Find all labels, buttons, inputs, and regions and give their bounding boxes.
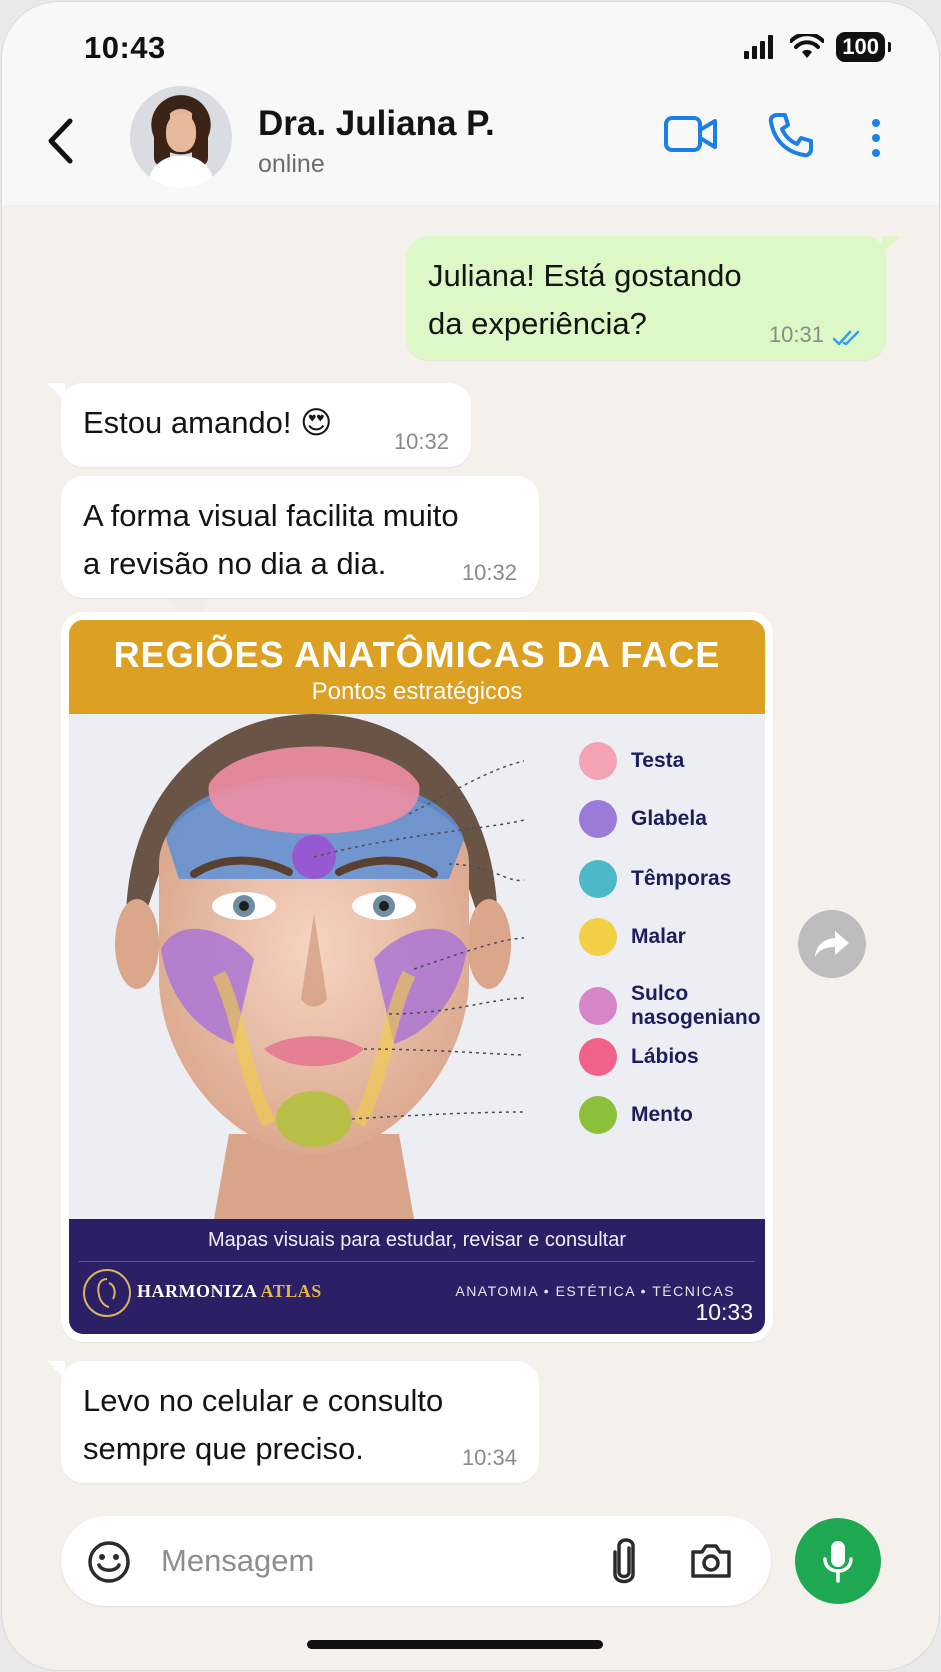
legend-label: Sulco nasogeniano xyxy=(631,982,761,1029)
message-time: 10:32 xyxy=(393,429,449,454)
microphone-icon xyxy=(823,1541,853,1583)
legend-label: Mento xyxy=(631,1103,693,1126)
message-composer xyxy=(61,1516,771,1606)
legend-dot xyxy=(579,742,617,780)
home-indicator[interactable] xyxy=(307,1640,603,1649)
legend-item: Sulco nasogeniano xyxy=(579,982,761,1030)
phone-call-icon[interactable] xyxy=(768,112,814,158)
legend-label: Têmporas xyxy=(631,867,732,890)
back-button[interactable] xyxy=(40,114,80,168)
phone-screen: 10:43 100 Dra. Juliana P. online Juliana… xyxy=(1,1,940,1671)
footer-tags: ANATOMIA • ESTÉTICA • TÉCNICAS xyxy=(455,1283,735,1299)
infographic-header: REGIÕES ANATÔMICAS DA FACE Pontos estrat… xyxy=(69,620,765,714)
message-text: sempre que preciso. xyxy=(83,1431,364,1466)
message-bubble-incoming[interactable]: A forma visual facilita muito a revisão … xyxy=(61,476,539,598)
infographic-subtitle: Pontos estratégicos xyxy=(311,678,523,705)
legend-item: Glabela xyxy=(579,800,751,838)
legend-dot xyxy=(579,800,617,838)
legend-dot xyxy=(579,987,617,1025)
legend-item: Malar xyxy=(579,918,751,956)
legend-dot xyxy=(579,1096,617,1134)
message-time: 10:31 xyxy=(768,322,824,347)
legend-item: Têmporas xyxy=(579,860,751,898)
legend-item: Testa xyxy=(579,742,751,780)
message-text: Juliana! Está gostando xyxy=(428,258,742,293)
attach-icon[interactable] xyxy=(609,1536,639,1586)
cellular-signal-icon xyxy=(744,35,774,59)
chat-header: 10:43 100 Dra. Juliana P. online xyxy=(2,2,939,205)
forward-arrow-icon xyxy=(815,931,849,957)
legend-label: Lábios xyxy=(631,1045,699,1068)
camera-icon[interactable] xyxy=(689,1542,733,1580)
footer-tagline: Mapas visuais para estudar, revisar e co… xyxy=(208,1229,626,1251)
contact-name[interactable]: Dra. Juliana P. xyxy=(258,104,495,144)
message-text: A forma visual facilita muito xyxy=(83,498,459,533)
avatar[interactable] xyxy=(130,86,232,188)
message-text: a revisão no dia a dia. xyxy=(83,546,387,581)
brand-logo-icon xyxy=(83,1269,131,1317)
legend-label: Testa xyxy=(631,749,685,772)
video-call-icon[interactable] xyxy=(664,114,718,154)
mic-button[interactable] xyxy=(795,1518,881,1604)
footer-divider xyxy=(79,1261,755,1262)
legend-label: Glabela xyxy=(631,807,707,830)
message-input[interactable] xyxy=(161,1538,561,1584)
message-bubble-incoming[interactable]: Estou amando! 😍 10:32 xyxy=(47,383,471,467)
message-bubble-outgoing[interactable]: Juliana! Está gostando da experiência? 1… xyxy=(406,236,900,360)
more-options-icon[interactable] xyxy=(870,118,882,158)
infographic-footer: Mapas visuais para estudar, revisar e co… xyxy=(69,1219,765,1334)
status-icons: 100 xyxy=(744,32,891,62)
infographic-title: REGIÕES ANATÔMICAS DA FACE xyxy=(113,634,721,675)
message-time: 10:32 xyxy=(461,560,517,585)
face-illustration xyxy=(69,714,765,1219)
legend-item: Lábios xyxy=(579,1038,751,1076)
battery-indicator: 100 xyxy=(836,32,891,62)
legend-dot xyxy=(579,860,617,898)
legend-label: Malar xyxy=(631,925,686,948)
brand-name: HARMONIZA ATLAS xyxy=(137,1281,322,1301)
emoji-icon[interactable] xyxy=(87,1540,131,1584)
double-check-icon xyxy=(832,330,860,346)
infographic-image[interactable]: REGIÕES ANATÔMICAS DA FACE Pontos estrat… xyxy=(69,620,765,1334)
message-text: Levo no celular e consulto xyxy=(83,1383,444,1418)
forward-button[interactable] xyxy=(798,910,866,978)
message-time: 10:33 xyxy=(695,1299,753,1325)
legend-dot xyxy=(579,918,617,956)
wifi-icon xyxy=(790,34,825,58)
contact-status: online xyxy=(258,150,325,178)
legend-dot xyxy=(579,1038,617,1076)
legend-item: Mento xyxy=(579,1096,751,1134)
message-bubble-incoming[interactable]: Levo no celular e consulto sempre que pr… xyxy=(47,1361,539,1483)
message-time: 10:34 xyxy=(461,1445,517,1470)
image-message[interactable]: REGIÕES ANATÔMICAS DA FACE Pontos estrat… xyxy=(61,612,773,1342)
chevron-left-icon xyxy=(48,118,73,164)
status-time: 10:43 xyxy=(84,30,166,65)
